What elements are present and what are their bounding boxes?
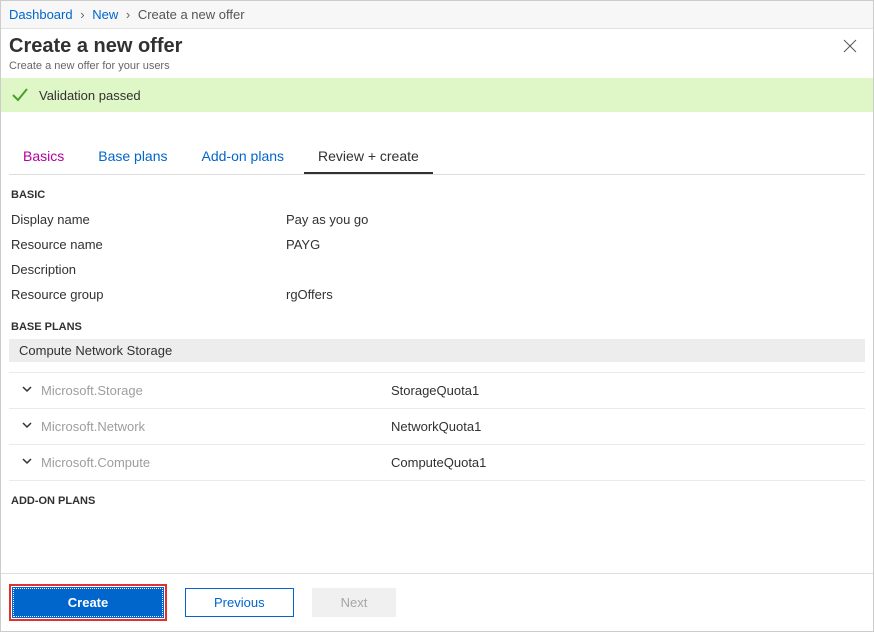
kv-description: Description [11,257,863,282]
page-title: Create a new offer [9,35,182,58]
plan-quota: ComputeQuota1 [391,455,486,470]
kv-resource-name: Resource name PAYG [11,232,863,257]
tab-addon-plans[interactable]: Add-on plans [188,140,299,174]
plan-name: Microsoft.Storage [41,383,391,398]
kv-key: Description [11,262,286,277]
validation-text: Validation passed [39,88,141,103]
plan-row: Microsoft.Storage StorageQuota1 [9,372,865,409]
chevron-right-icon: › [126,7,130,22]
page-header: Create a new offer Create a new offer fo… [1,29,873,78]
page-subtitle: Create a new offer for your users [9,60,182,72]
chevron-down-icon[interactable] [13,383,41,398]
chevron-right-icon: › [80,7,84,22]
plan-quota: NetworkQuota1 [391,419,481,434]
tab-review-create[interactable]: Review + create [304,140,433,174]
section-baseplans-title: BASE PLANS [1,307,873,339]
plan-quota: StorageQuota1 [391,383,479,398]
kv-key: Resource group [11,287,286,302]
plan-name: Microsoft.Network [41,419,391,434]
breadcrumb-dashboard[interactable]: Dashboard [9,7,73,22]
kv-val: Pay as you go [286,212,368,227]
baseplans-header: Compute Network Storage [9,339,865,362]
previous-button[interactable]: Previous [185,588,294,617]
footer: Create Previous Next [1,573,873,631]
kv-key: Resource name [11,237,286,252]
next-button: Next [312,588,397,617]
breadcrumb-current: Create a new offer [138,7,245,22]
breadcrumb-new[interactable]: New [92,7,118,22]
chevron-down-icon[interactable] [13,419,41,434]
tab-bar: Basics Base plans Add-on plans Review + … [9,140,865,175]
plan-row: Microsoft.Network NetworkQuota1 [9,409,865,445]
kv-resource-group: Resource group rgOffers [11,282,863,307]
breadcrumb: Dashboard › New › Create a new offer [1,1,873,29]
check-icon [11,86,29,104]
close-icon[interactable] [837,35,863,62]
kv-val: rgOffers [286,287,333,302]
plan-row: Microsoft.Compute ComputeQuota1 [9,445,865,481]
section-addon-title: ADD-ON PLANS [1,481,873,513]
create-highlight: Create [9,584,167,621]
tab-basics[interactable]: Basics [9,140,78,174]
kv-key: Display name [11,212,286,227]
kv-val: PAYG [286,237,320,252]
validation-bar: Validation passed [1,78,873,112]
create-button[interactable]: Create [13,588,163,617]
tab-base-plans[interactable]: Base plans [84,140,181,174]
chevron-down-icon[interactable] [13,455,41,470]
section-basic-title: BASIC [1,175,873,207]
plan-name: Microsoft.Compute [41,455,391,470]
kv-display-name: Display name Pay as you go [11,207,863,232]
